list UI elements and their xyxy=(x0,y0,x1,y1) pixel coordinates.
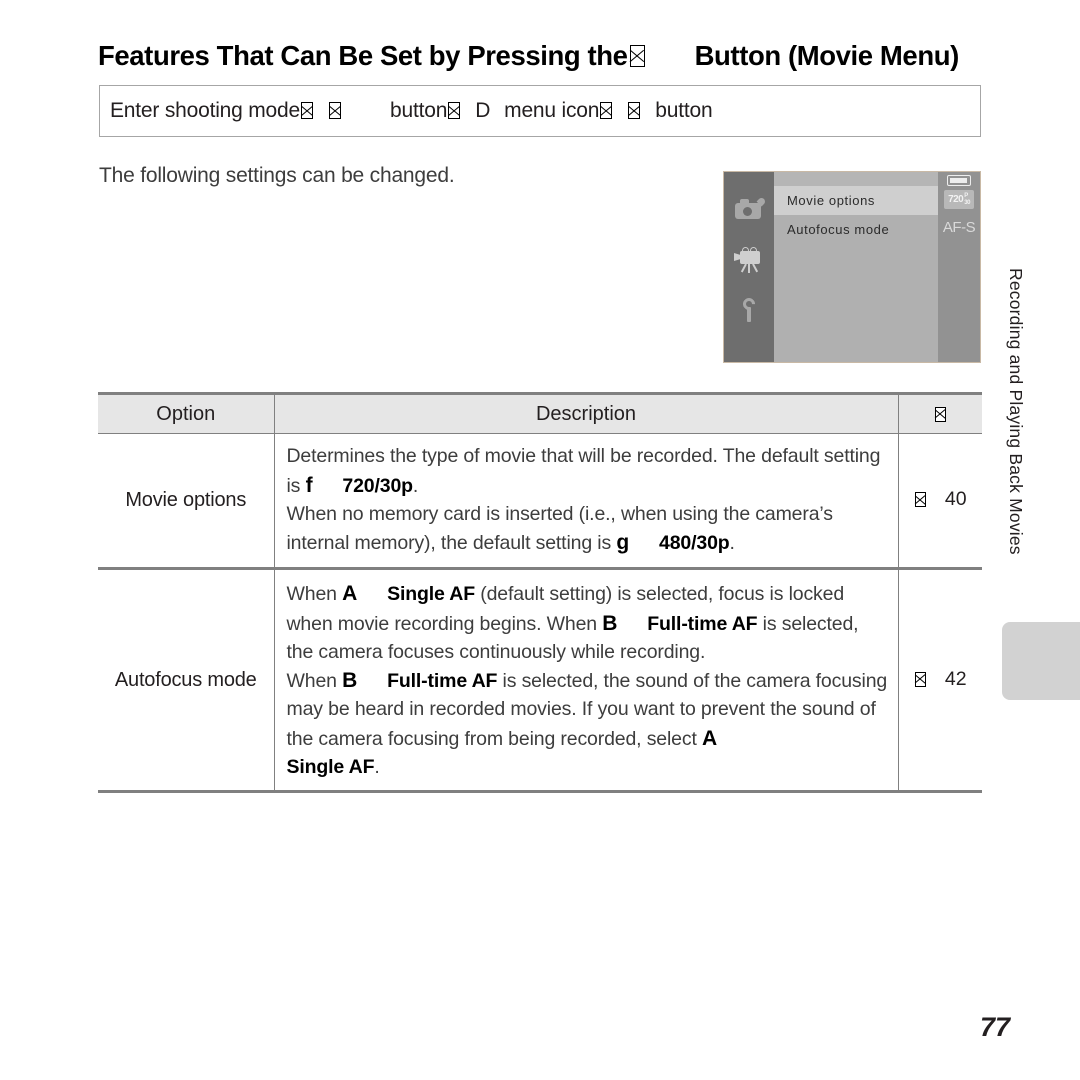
bold-480-30p: 480/30p xyxy=(659,532,730,555)
instruction-part-1: Enter shooting mode xyxy=(110,99,300,122)
cell-option-autofocus-mode: Autofocus mode xyxy=(98,568,275,794)
instruction-bar: Enter shooting mode button Dmenu icon butto… xyxy=(99,85,981,137)
reference-page-number: 42 xyxy=(944,667,967,690)
desc-text-5: is selected, the sound of the camera foc… xyxy=(286,670,888,750)
header-description: Description xyxy=(274,392,899,434)
camera-menu-item-autofocus-mode[interactable]: Autofocus mode xyxy=(774,215,938,244)
camera-menu-screenshot: Movie options Autofocus mode 720 P 30 AF… xyxy=(723,171,981,363)
ok-button-icon xyxy=(628,102,641,119)
movie-menu-button-icon xyxy=(629,45,645,68)
right-arrow-icon-1 xyxy=(301,102,313,119)
bold-single-af-1: Single AF xyxy=(387,583,475,605)
symbol-a-1: A xyxy=(342,582,358,605)
movie-quality-value: 720 xyxy=(948,194,964,205)
camera-icon xyxy=(733,196,767,224)
chapter-tab-marker xyxy=(1002,622,1080,700)
intro-text: The following settings can be changed. xyxy=(99,164,455,187)
symbol-g: g xyxy=(616,531,630,555)
manual-page: Features That Can Be Set by Pressing the… xyxy=(0,0,1080,1080)
page-number: 77 xyxy=(979,1012,1010,1042)
settings-table: Option Description Movie options Determi… xyxy=(98,392,982,794)
camera-menu-item-movie-options[interactable]: Movie options xyxy=(774,186,938,215)
cell-reference-40: 40 xyxy=(898,433,982,570)
camera-menu-item-label: Autofocus mode xyxy=(787,222,890,237)
cell-reference-42: 42 xyxy=(898,568,982,794)
symbol-b-1: B xyxy=(602,611,618,635)
page-reference-icon xyxy=(934,406,946,422)
page-title: Features That Can Be Set by Pressing the… xyxy=(98,40,982,72)
instruction-text: Enter shooting mode button Dmenu icon butto… xyxy=(100,99,713,123)
movie-camera-icon xyxy=(733,246,765,274)
desc-text-1: When xyxy=(286,583,343,605)
desc-text-4: When xyxy=(286,670,343,693)
camera-menu-empty-area xyxy=(774,244,938,362)
desc-text-4: . xyxy=(729,532,735,555)
chapter-tab-label: Recording and Playing Back Movies xyxy=(1006,268,1026,555)
right-arrow-icon-2 xyxy=(448,102,461,119)
desc-text-6: . xyxy=(374,755,380,778)
page-title-before: Features That Can Be Set by Pressing the xyxy=(98,40,628,72)
camera-menu-value-column: 720 P 30 AF-S xyxy=(938,172,980,362)
cell-description-movie-options: Determines the type of movie that will b… xyxy=(274,433,899,570)
header-page-reference xyxy=(898,392,982,434)
camera-menu-item-label: Movie options xyxy=(787,193,876,208)
autofocus-mode-value: AF-S xyxy=(942,219,976,236)
reference-page-number: 40 xyxy=(944,488,967,510)
bold-720-30p: 720/30p xyxy=(342,474,413,497)
desc-text-2: . xyxy=(412,474,419,497)
table-header-row: Option Description xyxy=(98,392,982,434)
symbol-b-2: B xyxy=(342,669,358,693)
right-arrow-icon-3 xyxy=(600,102,613,119)
bold-full-time-af-2: Full-time AF xyxy=(387,670,498,693)
symbol-a-2: A xyxy=(702,726,718,750)
instruction-letter-d: D xyxy=(475,99,491,122)
instruction-part-3: menu icon xyxy=(504,99,600,122)
page-reference-icon xyxy=(914,671,926,687)
symbol-f: f xyxy=(305,473,313,497)
table-row: Autofocus mode When A Single AF (default … xyxy=(98,568,982,794)
bold-full-time-af-1: Full-time AF xyxy=(647,612,758,635)
bold-single-af-2: Single AF xyxy=(286,755,375,778)
camera-menu-topstrip xyxy=(774,172,938,186)
mode-dial-icon xyxy=(329,102,341,119)
camera-menu-sidebar xyxy=(724,172,774,362)
camera-menu-list: Movie options Autofocus mode xyxy=(774,172,938,362)
movie-quality-framerate: P 30 xyxy=(964,193,970,206)
instruction-part-4: button xyxy=(655,99,713,122)
instruction-part-2: button xyxy=(390,99,448,122)
page-title-after: Button (Movie Menu) xyxy=(694,40,960,72)
desc-text-3: When no memory card is inserted (i.e., w… xyxy=(286,502,833,555)
battery-icon xyxy=(947,175,971,186)
page-reference-icon xyxy=(914,492,926,507)
cell-description-autofocus-mode: When A Single AF (default setting) is sel… xyxy=(274,568,899,794)
header-option: Option xyxy=(98,392,275,434)
movie-quality-badge: 720 P 30 xyxy=(944,190,974,209)
cell-option-movie-options: Movie options xyxy=(98,433,275,570)
table-row: Movie options Determines the type of mov… xyxy=(98,433,982,570)
wrench-icon xyxy=(733,295,765,324)
